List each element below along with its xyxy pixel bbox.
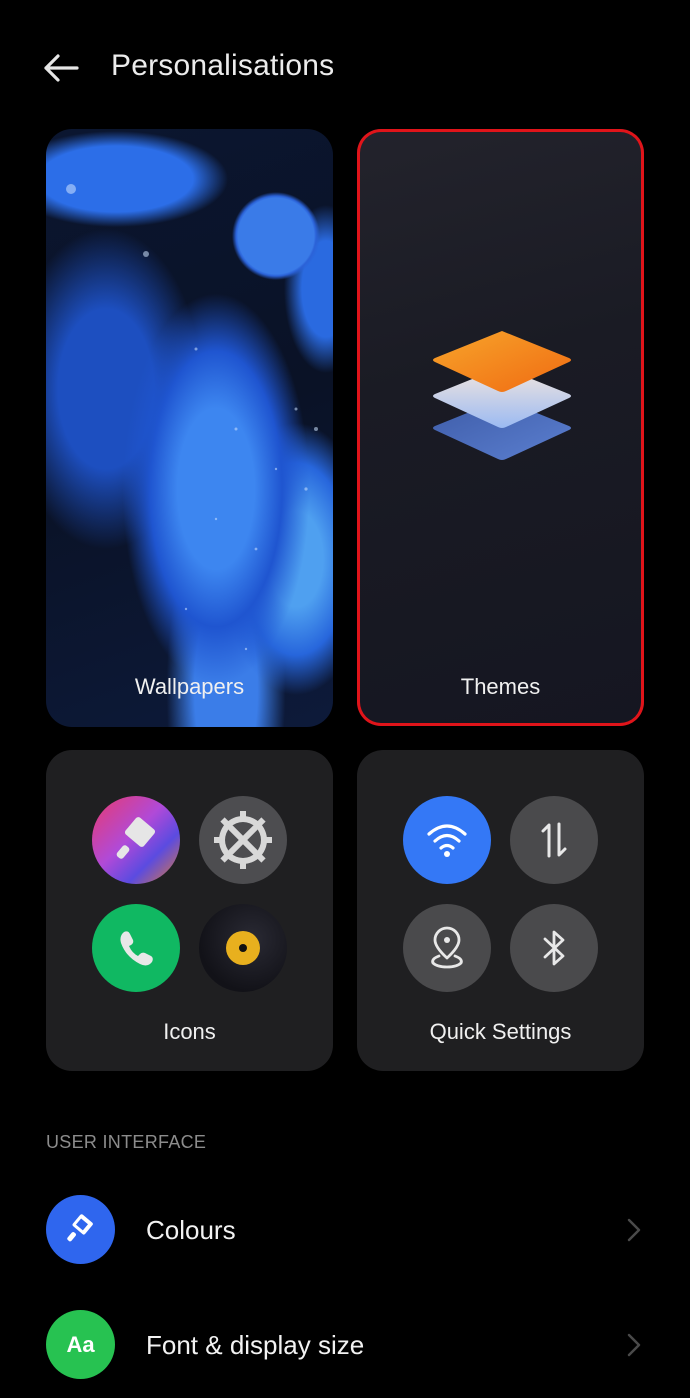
stacked-layers-icon (433, 331, 571, 460)
bluetooth-toggle (510, 904, 598, 992)
font-aa-icon-text: Aa (66, 1331, 95, 1357)
list-item-font-display-size[interactable]: Aa Font & display size (0, 1300, 690, 1390)
chevron-right-icon (627, 1333, 641, 1357)
icons-label: Icons (163, 1019, 216, 1044)
wallpaper-preview-image (66, 184, 318, 651)
settings-gear-icon (199, 796, 287, 884)
wallpapers-card[interactable]: Wallpapers (46, 129, 333, 727)
arrow-left-icon (44, 54, 79, 82)
phone-icon (92, 904, 180, 992)
wifi-toggle (403, 796, 491, 884)
layer-top (433, 331, 571, 392)
colours-icon-badge (46, 1195, 115, 1264)
paint-roller-icon (92, 796, 180, 884)
location-icon (431, 926, 463, 969)
font-display-size-label: Font & display size (146, 1330, 365, 1360)
quick-settings-label: Quick Settings (429, 1019, 572, 1044)
location-toggle (403, 904, 491, 992)
top-app-bar: Personalisations (0, 36, 690, 100)
chevron-right-icon (627, 1218, 641, 1242)
colours-label: Colours (146, 1215, 236, 1245)
page-title: Personalisations (111, 49, 335, 82)
mobile-data-toggle (510, 796, 598, 884)
themes-card[interactable]: Themes (357, 129, 644, 726)
music-disc-icon (199, 904, 287, 992)
themes-label: Themes (460, 674, 541, 699)
quick-settings-card[interactable]: Quick Settings (357, 750, 644, 1071)
paint-roller-icon (66, 1213, 93, 1241)
wifi-icon (427, 824, 467, 857)
back-button[interactable] (40, 50, 82, 86)
list-item-colours[interactable]: Colours (0, 1185, 690, 1275)
bluetooth-icon (543, 930, 565, 966)
wallpapers-label: Wallpapers (134, 674, 245, 699)
font-aa-icon: Aa (46, 1310, 115, 1379)
section-header-user-interface: USER INTERFACE (46, 1132, 207, 1152)
mobile-data-icon (541, 822, 567, 858)
icons-card[interactable]: Icons (46, 750, 333, 1071)
